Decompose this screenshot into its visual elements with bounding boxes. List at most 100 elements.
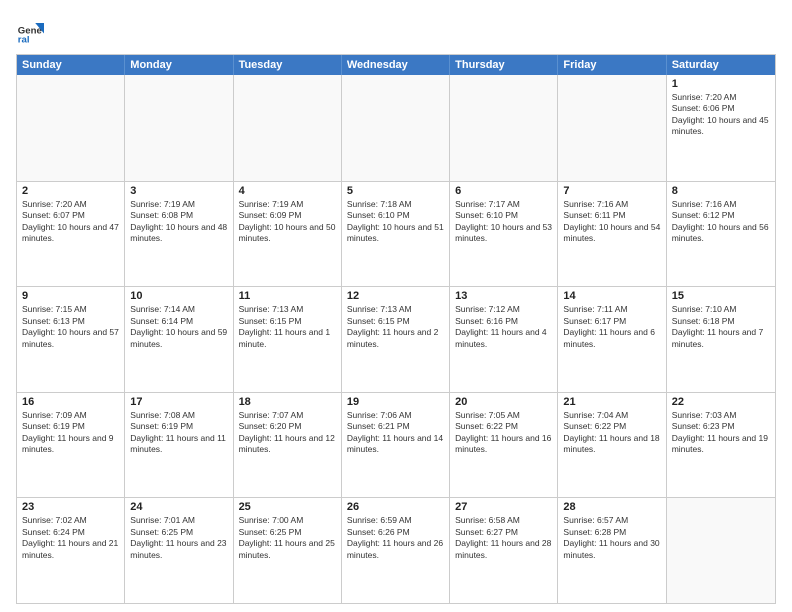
cal-cell-1-1: 3 Sunrise: 7:19 AM Sunset: 6:08 PM Daylig… — [125, 182, 233, 287]
cal-cell-3-1: 17 Sunrise: 7:08 AM Sunset: 6:19 PM Dayli… — [125, 393, 233, 498]
cell-info: Sunrise: 7:18 AM Sunset: 6:10 PM Dayligh… — [347, 199, 444, 245]
header-cell-tuesday: Tuesday — [234, 55, 342, 75]
cell-info: Sunrise: 7:17 AM Sunset: 6:10 PM Dayligh… — [455, 199, 552, 245]
header: Gene ral — [16, 16, 776, 44]
cell-info: Sunrise: 7:10 AM Sunset: 6:18 PM Dayligh… — [672, 304, 770, 350]
cal-cell-0-0 — [17, 75, 125, 181]
day-number: 3 — [130, 185, 227, 197]
logo-icon: Gene ral — [16, 16, 44, 44]
day-number: 15 — [672, 290, 770, 302]
cal-cell-2-6: 15 Sunrise: 7:10 AM Sunset: 6:18 PM Dayli… — [667, 287, 775, 392]
day-number: 6 — [455, 185, 552, 197]
cell-info: Sunrise: 7:11 AM Sunset: 6:17 PM Dayligh… — [563, 304, 660, 350]
cell-info: Sunrise: 7:12 AM Sunset: 6:16 PM Dayligh… — [455, 304, 552, 350]
day-number: 11 — [239, 290, 336, 302]
day-number: 1 — [672, 78, 770, 90]
cell-info: Sunrise: 7:04 AM Sunset: 6:22 PM Dayligh… — [563, 410, 660, 456]
week-row-3: 16Sunrise: 7:09 AM Sunset: 6:19 PM Dayli… — [17, 392, 775, 498]
cell-info: Sunrise: 7:20 AM Sunset: 6:06 PM Dayligh… — [672, 92, 770, 138]
cal-cell-3-3: 19 Sunrise: 7:06 AM Sunset: 6:21 PM Dayli… — [342, 393, 450, 498]
day-number: 2 — [22, 185, 119, 197]
cell-info: Sunrise: 7:08 AM Sunset: 6:19 PM Dayligh… — [130, 410, 227, 456]
day-number: 19 — [347, 396, 444, 408]
header-cell-thursday: Thursday — [450, 55, 558, 75]
header-cell-saturday: Saturday — [667, 55, 775, 75]
day-number: 17 — [130, 396, 227, 408]
cal-cell-1-2: 4Sunrise: 7:19 AM Sunset: 6:09 PM Daylig… — [234, 182, 342, 287]
calendar-page: Gene ral SundayMondayTuesdayWednesdayThu… — [0, 0, 792, 612]
cal-cell-4-4: 27 Sunrise: 6:58 AM Sunset: 6:27 PM Dayli… — [450, 498, 558, 603]
calendar-header-row: SundayMondayTuesdayWednesdayThursdayFrid… — [17, 55, 775, 75]
cell-info: Sunrise: 7:19 AM Sunset: 6:08 PM Dayligh… — [130, 199, 227, 245]
day-number: 10 — [130, 290, 227, 302]
cal-cell-4-5: 28 Sunrise: 6:57 AM Sunset: 6:28 PM Dayli… — [558, 498, 666, 603]
cal-cell-0-3 — [342, 75, 450, 181]
day-number: 8 — [672, 185, 770, 197]
cell-info: Sunrise: 6:57 AM Sunset: 6:28 PM Dayligh… — [563, 515, 660, 561]
day-number: 28 — [563, 501, 660, 513]
cell-info: Sunrise: 7:14 AM Sunset: 6:14 PM Dayligh… — [130, 304, 227, 350]
cal-cell-0-6: 1 Sunrise: 7:20 AM Sunset: 6:06 PM Daylig… — [667, 75, 775, 181]
week-row-4: 23 Sunrise: 7:02 AM Sunset: 6:24 PM Dayli… — [17, 497, 775, 603]
cell-info: Sunrise: 7:02 AM Sunset: 6:24 PM Dayligh… — [22, 515, 119, 561]
cal-cell-1-0: 2 Sunrise: 7:20 AM Sunset: 6:07 PM Daylig… — [17, 182, 125, 287]
cell-info: Sunrise: 7:09 AM Sunset: 6:19 PM Dayligh… — [22, 410, 119, 456]
day-number: 5 — [347, 185, 444, 197]
cell-info: Sunrise: 7:20 AM Sunset: 6:07 PM Dayligh… — [22, 199, 119, 245]
cell-info: Sunrise: 6:58 AM Sunset: 6:27 PM Dayligh… — [455, 515, 552, 561]
cell-info: Sunrise: 6:59 AM Sunset: 6:26 PM Dayligh… — [347, 515, 444, 561]
cell-info: Sunrise: 7:07 AM Sunset: 6:20 PM Dayligh… — [239, 410, 336, 456]
cal-cell-1-3: 5 Sunrise: 7:18 AM Sunset: 6:10 PM Daylig… — [342, 182, 450, 287]
cell-info: Sunrise: 7:01 AM Sunset: 6:25 PM Dayligh… — [130, 515, 227, 561]
cal-cell-4-2: 25 Sunrise: 7:00 AM Sunset: 6:25 PM Dayli… — [234, 498, 342, 603]
cell-info: Sunrise: 7:19 AM Sunset: 6:09 PM Dayligh… — [239, 199, 336, 245]
cal-cell-4-3: 26 Sunrise: 6:59 AM Sunset: 6:26 PM Dayli… — [342, 498, 450, 603]
cal-cell-2-4: 13 Sunrise: 7:12 AM Sunset: 6:16 PM Dayli… — [450, 287, 558, 392]
cal-cell-2-0: 9 Sunrise: 7:15 AM Sunset: 6:13 PM Daylig… — [17, 287, 125, 392]
day-number: 7 — [563, 185, 660, 197]
day-number: 27 — [455, 501, 552, 513]
day-number: 25 — [239, 501, 336, 513]
cal-cell-3-6: 22 Sunrise: 7:03 AM Sunset: 6:23 PM Dayli… — [667, 393, 775, 498]
cell-info: Sunrise: 7:16 AM Sunset: 6:12 PM Dayligh… — [672, 199, 770, 245]
cell-info: Sunrise: 7:06 AM Sunset: 6:21 PM Dayligh… — [347, 410, 444, 456]
cal-cell-2-1: 10 Sunrise: 7:14 AM Sunset: 6:14 PM Dayli… — [125, 287, 233, 392]
cal-cell-4-0: 23 Sunrise: 7:02 AM Sunset: 6:24 PM Dayli… — [17, 498, 125, 603]
cal-cell-0-4 — [450, 75, 558, 181]
day-number: 23 — [22, 501, 119, 513]
cal-cell-0-2 — [234, 75, 342, 181]
logo: Gene ral — [16, 16, 48, 44]
calendar-body: 1 Sunrise: 7:20 AM Sunset: 6:06 PM Daylig… — [17, 75, 775, 603]
day-number: 12 — [347, 290, 444, 302]
cell-info: Sunrise: 7:13 AM Sunset: 6:15 PM Dayligh… — [347, 304, 444, 350]
cell-info: Sunrise: 7:03 AM Sunset: 6:23 PM Dayligh… — [672, 410, 770, 456]
cal-cell-1-5: 7 Sunrise: 7:16 AM Sunset: 6:11 PM Daylig… — [558, 182, 666, 287]
cal-cell-4-1: 24 Sunrise: 7:01 AM Sunset: 6:25 PM Dayli… — [125, 498, 233, 603]
day-number: 24 — [130, 501, 227, 513]
day-number: 13 — [455, 290, 552, 302]
cal-cell-3-4: 20Sunrise: 7:05 AM Sunset: 6:22 PM Dayli… — [450, 393, 558, 498]
cal-cell-2-3: 12 Sunrise: 7:13 AM Sunset: 6:15 PM Dayli… — [342, 287, 450, 392]
cell-info: Sunrise: 7:13 AM Sunset: 6:15 PM Dayligh… — [239, 304, 336, 350]
day-number: 22 — [672, 396, 770, 408]
cal-cell-0-5 — [558, 75, 666, 181]
cell-info: Sunrise: 7:15 AM Sunset: 6:13 PM Dayligh… — [22, 304, 119, 350]
svg-text:ral: ral — [18, 34, 30, 44]
cal-cell-3-2: 18Sunrise: 7:07 AM Sunset: 6:20 PM Dayli… — [234, 393, 342, 498]
day-number: 9 — [22, 290, 119, 302]
day-number: 21 — [563, 396, 660, 408]
header-cell-friday: Friday — [558, 55, 666, 75]
header-cell-wednesday: Wednesday — [342, 55, 450, 75]
cal-cell-0-1 — [125, 75, 233, 181]
cal-cell-3-0: 16Sunrise: 7:09 AM Sunset: 6:19 PM Dayli… — [17, 393, 125, 498]
cal-cell-2-2: 11 Sunrise: 7:13 AM Sunset: 6:15 PM Dayli… — [234, 287, 342, 392]
day-number: 26 — [347, 501, 444, 513]
week-row-1: 2 Sunrise: 7:20 AM Sunset: 6:07 PM Daylig… — [17, 181, 775, 287]
cell-info: Sunrise: 7:00 AM Sunset: 6:25 PM Dayligh… — [239, 515, 336, 561]
week-row-2: 9 Sunrise: 7:15 AM Sunset: 6:13 PM Daylig… — [17, 286, 775, 392]
cal-cell-1-6: 8 Sunrise: 7:16 AM Sunset: 6:12 PM Daylig… — [667, 182, 775, 287]
calendar-grid: SundayMondayTuesdayWednesdayThursdayFrid… — [16, 54, 776, 604]
cell-info: Sunrise: 7:16 AM Sunset: 6:11 PM Dayligh… — [563, 199, 660, 245]
cell-info: Sunrise: 7:05 AM Sunset: 6:22 PM Dayligh… — [455, 410, 552, 456]
cal-cell-1-4: 6 Sunrise: 7:17 AM Sunset: 6:10 PM Daylig… — [450, 182, 558, 287]
